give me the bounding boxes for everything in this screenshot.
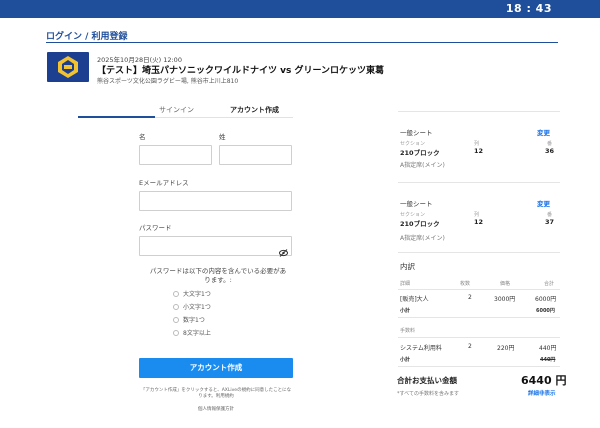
col-price: 価格 — [500, 281, 511, 287]
password-rules-title: パスワードは以下の内容を含んでいる必要があります。: — [149, 267, 287, 284]
divider — [398, 337, 560, 338]
email-input[interactable] — [139, 191, 292, 211]
fee-price: 220円 — [497, 345, 515, 352]
auth-tabs: サインイン アカウント作成 — [138, 102, 293, 118]
fee-qty: 2 — [468, 343, 472, 350]
circle-icon — [173, 317, 179, 323]
divider — [398, 366, 560, 367]
event-venue: 熊谷スポーツ文化公園ラグビー場, 熊谷市上川上810 — [97, 78, 239, 85]
row-label: 列 — [474, 212, 480, 218]
change-seat-button[interactable]: 変更 — [537, 198, 550, 208]
seat-label: 番 — [547, 141, 553, 147]
rule-number: 数字1つ — [173, 315, 205, 324]
status-bar: 18 : 43 — [0, 0, 600, 18]
fees-label: 手数料 — [400, 328, 416, 334]
last-name-input[interactable] — [219, 145, 292, 165]
circle-icon — [173, 330, 179, 336]
row-label: 列 — [474, 141, 480, 147]
section-label: セクション — [400, 141, 426, 147]
eye-off-icon[interactable] — [279, 242, 288, 261]
section-value: 210ブロック — [400, 220, 440, 228]
circle-icon — [173, 291, 179, 297]
breakdown-title: 内訳 — [400, 262, 415, 271]
divider — [398, 182, 560, 183]
privacy-link[interactable]: 個人情報保護方針 — [139, 406, 293, 412]
col-detail: 詳細 — [400, 281, 411, 287]
col-total: 合計 — [544, 281, 555, 287]
last-name-label: 姓 — [219, 133, 226, 141]
seat-type: 一般シート — [400, 200, 433, 208]
fee-total: 440円 — [539, 345, 557, 352]
subtotal-label: 小計 — [400, 308, 411, 314]
password-label: パスワード — [139, 224, 172, 232]
total-label: 合計お支払い金額 — [397, 376, 457, 385]
divider — [398, 317, 560, 318]
password-input[interactable] — [139, 236, 292, 256]
clock: 18 : 43 — [505, 2, 552, 15]
seat-value: 37 — [545, 218, 555, 226]
active-tab-indicator — [78, 116, 155, 118]
ticket-qty: 2 — [468, 294, 472, 301]
ticket-name: [販売]大人 — [400, 296, 429, 303]
rule-lowercase: 小文字1つ — [173, 302, 211, 311]
row-value: 12 — [474, 147, 484, 155]
fee-subtotal-value: 440円 — [540, 357, 556, 363]
gate-info: A指定席(メイン) — [400, 235, 445, 242]
fee-subtotal-label: 小計 — [400, 357, 411, 363]
change-seat-button[interactable]: 変更 — [537, 127, 550, 137]
email-label: Eメールアドレス — [139, 179, 189, 187]
rule-uppercase: 大文字1つ — [173, 289, 211, 298]
create-account-button[interactable]: アカウント作成 — [139, 358, 293, 378]
title-divider — [46, 42, 558, 43]
seat-label: 番 — [547, 212, 553, 218]
terms-text[interactable]: 「アカウント作成」をクリックすると、AXLiveの規約に同意したことになります。… — [139, 388, 293, 400]
tab-signin[interactable]: サインイン — [138, 105, 215, 115]
hide-details-link[interactable]: 詳細非表示 — [528, 389, 556, 397]
row-value: 12 — [474, 218, 484, 226]
section-label: セクション — [400, 212, 426, 218]
seat-type: 一般シート — [400, 129, 433, 137]
col-qty: 枚数 — [460, 281, 471, 287]
tab-create-account[interactable]: アカウント作成 — [216, 105, 293, 115]
total-note: *すべての手数料を含みます — [397, 391, 459, 397]
first-name-label: 名 — [139, 133, 146, 141]
team-logo — [47, 52, 89, 82]
rule-length: 8文字以上 — [173, 328, 211, 337]
section-value: 210ブロック — [400, 149, 440, 157]
event-name: 【テスト】埼玉パナソニックワイルドナイツ vs グリーンロケッツ東葛 — [97, 66, 385, 76]
first-name-input[interactable] — [139, 145, 212, 165]
ticket-price: 3000円 — [494, 296, 516, 303]
total-value: 6440 円 — [521, 374, 567, 387]
seat-value: 36 — [545, 147, 555, 155]
divider — [398, 252, 560, 253]
ticket-total: 6000円 — [535, 296, 557, 303]
divider — [398, 111, 560, 112]
subtotal-value: 6000円 — [536, 308, 555, 314]
divider — [398, 289, 560, 290]
fee-name: システム利用料 — [400, 345, 442, 352]
circle-icon — [173, 304, 179, 310]
page-title: ログイン / 利用登録 — [46, 32, 128, 42]
gate-info: A指定席(メイン) — [400, 162, 445, 169]
